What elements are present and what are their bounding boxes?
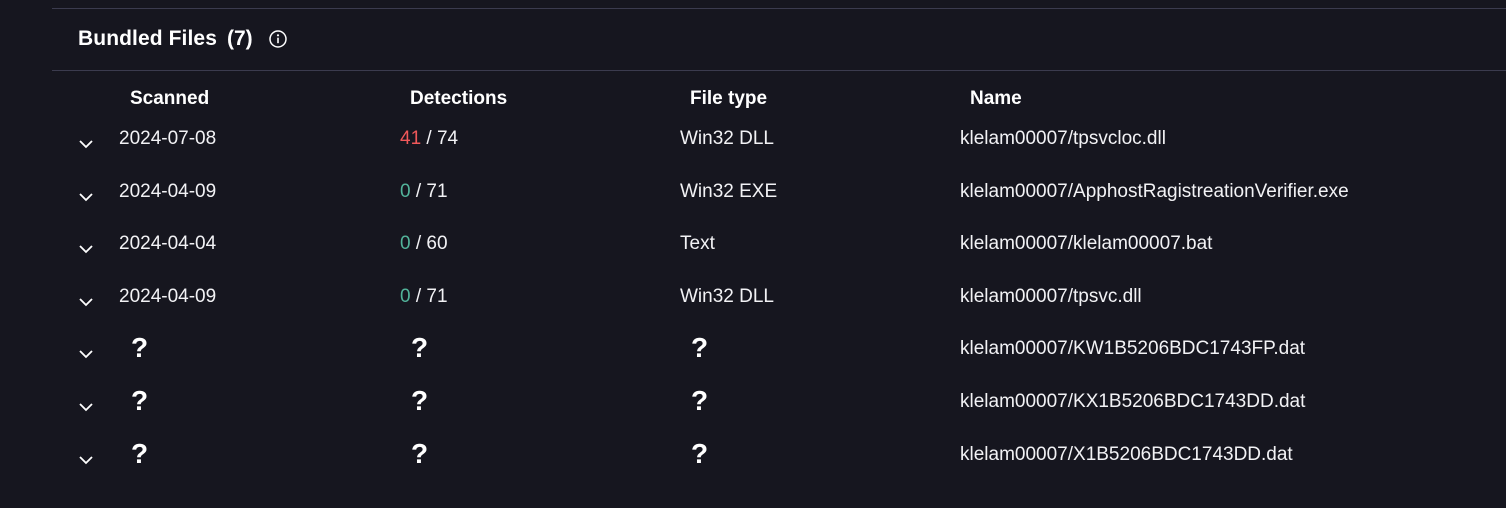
file-type: Win32 DLL bbox=[680, 285, 774, 307]
detections-count: 0 bbox=[400, 180, 411, 202]
detections-count: 0 bbox=[400, 285, 411, 307]
table-row[interactable]: 2024-04-09 0 / 71 Win32 DLL klelam00007/tps… bbox=[0, 274, 1506, 327]
detections-separator: / bbox=[410, 233, 427, 255]
detections-total: 60 bbox=[426, 233, 448, 255]
detections-cell: ? bbox=[411, 332, 429, 364]
detections-total: 71 bbox=[426, 285, 448, 307]
chevron-down-icon[interactable] bbox=[78, 401, 94, 413]
file-type: Text bbox=[680, 233, 715, 255]
detections-cell: ? bbox=[411, 437, 429, 469]
table-row[interactable]: ??? klelam00007/X1B5206BDC1743DD.dat bbox=[0, 432, 1506, 485]
chevron-down-icon[interactable] bbox=[78, 348, 94, 360]
detections-count: 41 bbox=[400, 128, 422, 149]
bundled-files-table: 2024-07-08 41 / 74 Win32 DLL klelam00007/tp… bbox=[0, 116, 1506, 484]
detections-cell: ? bbox=[411, 384, 429, 416]
detections-cell: 41 / 74 bbox=[400, 128, 458, 150]
table-row[interactable]: 2024-04-04 0 / 60 Text klelam00007/klelam00… bbox=[0, 221, 1506, 274]
file-name-link[interactable]: klelam00007/KX1B5206BDC1743DD.dat bbox=[960, 391, 1305, 413]
file-name-link[interactable]: klelam00007/ApphostRagistreationVerifier… bbox=[960, 181, 1349, 203]
scanned-date: ? bbox=[131, 384, 149, 416]
file-name-link[interactable]: klelam00007/tpsvcloc.dll bbox=[960, 128, 1166, 150]
chevron-down-icon[interactable] bbox=[78, 191, 94, 203]
table-row[interactable]: 2024-07-08 41 / 74 Win32 DLL klelam00007/tp… bbox=[0, 116, 1506, 169]
detections-count: 0 bbox=[400, 233, 411, 255]
file-type: ? bbox=[691, 384, 709, 416]
top-divider bbox=[52, 8, 1506, 9]
scanned-date: 2024-04-09 bbox=[119, 285, 217, 307]
section-count: (7) bbox=[226, 27, 253, 50]
chevron-down-icon[interactable] bbox=[78, 138, 94, 150]
scanned-date: ? bbox=[131, 332, 149, 364]
detections-cell: 0 / 71 bbox=[400, 286, 448, 308]
column-header-file-type[interactable]: File type bbox=[690, 88, 767, 110]
detections-cell: 0 / 71 bbox=[400, 181, 448, 203]
file-name-link[interactable]: klelam00007/X1B5206BDC1743DD.dat bbox=[960, 444, 1293, 466]
file-name-link[interactable]: klelam00007/klelam00007.bat bbox=[960, 233, 1212, 255]
header-divider bbox=[52, 70, 1506, 71]
detections-separator: / bbox=[410, 180, 427, 202]
table-row[interactable]: 2024-04-09 0 / 71 Win32 EXE klelam00007/App… bbox=[0, 169, 1506, 222]
scanned-date: 2024-07-08 bbox=[119, 128, 217, 149]
file-type: ? bbox=[691, 437, 709, 469]
section-header: Bundled Files (7) bbox=[78, 24, 287, 54]
file-type: Win32 DLL bbox=[680, 128, 774, 149]
chevron-down-icon[interactable] bbox=[78, 454, 94, 466]
file-type: ? bbox=[691, 332, 709, 364]
table-header: Scanned Detections File type Name bbox=[0, 88, 1506, 116]
detections-cell: 0 / 60 bbox=[400, 233, 448, 255]
scanned-date: 2024-04-09 bbox=[119, 180, 217, 202]
chevron-down-icon[interactable] bbox=[78, 296, 94, 308]
column-header-scanned[interactable]: Scanned bbox=[130, 88, 209, 110]
detections-total: 71 bbox=[426, 180, 448, 202]
scanned-date: 2024-04-04 bbox=[119, 233, 217, 255]
column-header-name[interactable]: Name bbox=[970, 88, 1022, 110]
detections-total: 74 bbox=[436, 128, 459, 149]
table-row[interactable]: ??? klelam00007/KW1B5206BDC1743FP.dat bbox=[0, 326, 1506, 379]
section-title: Bundled Files bbox=[78, 27, 217, 50]
column-header-detections[interactable]: Detections bbox=[410, 88, 507, 110]
detections-separator: / bbox=[421, 128, 437, 149]
file-type: Win32 EXE bbox=[680, 180, 778, 202]
table-row[interactable]: ??? klelam00007/KX1B5206BDC1743DD.dat bbox=[0, 379, 1506, 432]
detections-separator: / bbox=[410, 285, 427, 307]
scanned-date: ? bbox=[131, 437, 149, 469]
file-name-link[interactable]: klelam00007/KW1B5206BDC1743FP.dat bbox=[960, 338, 1305, 360]
chevron-down-icon[interactable] bbox=[78, 243, 94, 255]
info-circle-icon[interactable] bbox=[268, 30, 287, 48]
file-name-link[interactable]: klelam00007/tpsvc.dll bbox=[960, 286, 1142, 308]
